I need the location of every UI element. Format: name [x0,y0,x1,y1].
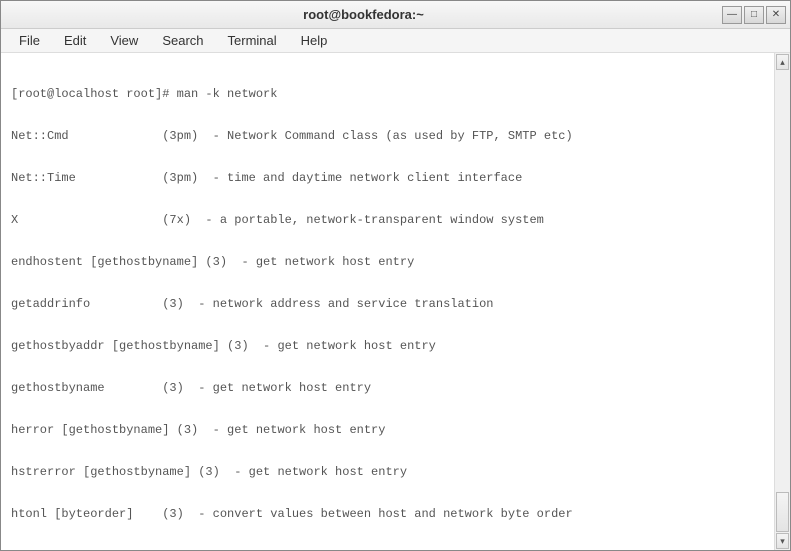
titlebar: root@bookfedora:~ — □ ✕ [1,1,790,29]
menu-search[interactable]: Search [150,31,215,50]
scroll-down-button[interactable]: ▾ [776,533,789,549]
prompt-line: [root@localhost root]# man -k network [11,87,764,101]
output-line: htons [byteorder] (3) - convert values b… [11,549,764,550]
menu-file[interactable]: File [7,31,52,50]
output-line: getaddrinfo (3) - network address and se… [11,297,764,311]
menubar: File Edit View Search Terminal Help [1,29,790,53]
window-title: root@bookfedora:~ [5,7,722,22]
menu-terminal[interactable]: Terminal [216,31,289,50]
scroll-track[interactable] [775,71,790,532]
menu-view[interactable]: View [98,31,150,50]
close-button[interactable]: ✕ [766,6,786,24]
window-buttons: — □ ✕ [722,6,786,24]
scroll-up-button[interactable]: ▴ [776,54,789,70]
maximize-button[interactable]: □ [744,6,764,24]
scroll-thumb[interactable] [776,492,789,532]
output-line: gethostbyname (3) - get network host ent… [11,381,764,395]
output-line: endhostent [gethostbyname] (3) - get net… [11,255,764,269]
menu-help[interactable]: Help [289,31,340,50]
output-line: htonl [byteorder] (3) - convert values b… [11,507,764,521]
minimize-button[interactable]: — [722,6,742,24]
output-line: Net::Time (3pm) - time and daytime netwo… [11,171,764,185]
terminal-output[interactable]: [root@localhost root]# man -k network Ne… [1,53,774,550]
output-line: X (7x) - a portable, network-transparent… [11,213,764,227]
terminal-area: [root@localhost root]# man -k network Ne… [1,53,790,550]
output-line: hstrerror [gethostbyname] (3) - get netw… [11,465,764,479]
output-line: herror [gethostbyname] (3) - get network… [11,423,764,437]
output-line: gethostbyaddr [gethostbyname] (3) - get … [11,339,764,353]
output-line: Net::Cmd (3pm) - Network Command class (… [11,129,764,143]
scrollbar[interactable]: ▴ ▾ [774,53,790,550]
menu-edit[interactable]: Edit [52,31,98,50]
